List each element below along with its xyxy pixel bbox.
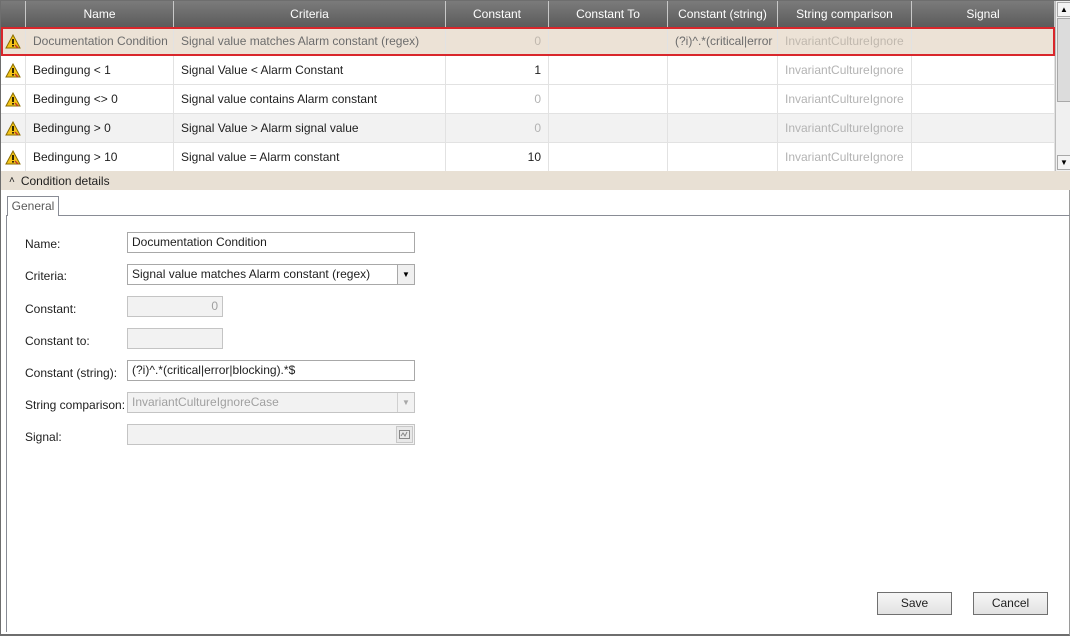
table-row[interactable]: Bedingung > 10 Signal value = Alarm cons… [1, 143, 1055, 171]
cell-signal[interactable] [912, 85, 1055, 114]
column-header-constant-to[interactable]: Constant To [549, 1, 668, 27]
cell-constant-string[interactable] [668, 56, 778, 85]
constant-to-field[interactable] [127, 328, 223, 349]
criteria-select[interactable]: Signal value matches Alarm constant (reg… [127, 264, 415, 285]
column-header-signal[interactable]: Signal [912, 1, 1055, 27]
cell-criteria[interactable]: Signal Value > Alarm signal value [174, 114, 446, 143]
condition-details-toggle[interactable]: ˄ Condition details [0, 171, 1070, 190]
constant-to-label: Constant to: [25, 334, 90, 348]
column-header-name[interactable]: Name [26, 1, 174, 27]
cell-constant[interactable]: 1 [446, 56, 549, 85]
cell-criteria[interactable]: Signal value = Alarm constant [174, 143, 446, 171]
conditions-grid: Name Criteria Constant Constant To Const… [0, 0, 1070, 171]
string-comparison-select[interactable]: InvariantCultureIgnoreCase ▼ [127, 392, 415, 413]
warning-icon [5, 120, 21, 135]
cell-constant[interactable]: 0 [446, 85, 549, 114]
cell-string-comparison[interactable]: InvariantCultureIgnore [778, 143, 912, 171]
string-comparison-select-value: InvariantCultureIgnoreCase [132, 395, 279, 409]
condition-details-label: Condition details [20, 173, 110, 188]
cell-name[interactable]: Bedingung < 1 [26, 56, 174, 85]
column-header-indicator [1, 1, 26, 27]
grid-vertical-scrollbar[interactable]: ▲ ▼ [1055, 1, 1070, 171]
signal-field[interactable] [127, 424, 415, 445]
row-indicator [1, 114, 26, 143]
cell-criteria[interactable]: Signal value contains Alarm constant [174, 85, 446, 114]
criteria-label: Criteria: [25, 269, 68, 283]
signal-picker-icon[interactable] [396, 426, 413, 443]
cell-constant-to[interactable] [549, 56, 668, 85]
condition-details-panel: General Name: Documentation Condition Cr… [0, 190, 1070, 636]
column-header-constant[interactable]: Constant [446, 1, 549, 27]
cell-name[interactable]: Bedingung > 0 [26, 114, 174, 143]
scroll-down-button[interactable]: ▼ [1057, 155, 1070, 170]
column-header-criteria[interactable]: Criteria [174, 1, 446, 27]
cell-constant[interactable]: 0 [446, 114, 549, 143]
cell-constant[interactable]: 0 [446, 27, 549, 56]
cell-criteria[interactable]: Signal Value < Alarm Constant [174, 56, 446, 85]
cell-signal[interactable] [912, 114, 1055, 143]
warning-icon [5, 91, 21, 106]
scroll-thumb[interactable] [1057, 18, 1070, 102]
cell-string-comparison[interactable]: InvariantCultureIgnore [778, 114, 912, 143]
name-field[interactable]: Documentation Condition [127, 232, 415, 253]
cell-constant-to[interactable] [549, 143, 668, 171]
cell-constant-string[interactable]: (?i)^.*(critical|error [668, 27, 778, 56]
cancel-button[interactable]: Cancel [973, 592, 1048, 615]
collapse-chevron-icon: ˄ [9, 175, 15, 186]
criteria-select-value: Signal value matches Alarm constant (reg… [132, 267, 371, 281]
cell-signal[interactable] [912, 143, 1055, 171]
cell-constant-string[interactable] [668, 114, 778, 143]
column-header-constant-string[interactable]: Constant (string) [668, 1, 778, 27]
cell-name[interactable]: Bedingung > 10 [26, 143, 174, 171]
string-comparison-label: String comparison: [25, 398, 126, 412]
constant-string-field[interactable]: (?i)^.*(critical|error|blocking).*$ [127, 360, 415, 381]
scroll-up-button[interactable]: ▲ [1057, 2, 1070, 17]
constant-label: Constant: [25, 302, 77, 316]
chevron-down-icon[interactable]: ▼ [397, 265, 414, 284]
cell-signal[interactable] [912, 27, 1055, 56]
cell-constant-to[interactable] [549, 27, 668, 56]
warning-icon [5, 149, 21, 164]
cell-constant-to[interactable] [549, 85, 668, 114]
constant-field[interactable]: 0 [127, 296, 223, 317]
cell-name[interactable]: Documentation Condition [26, 27, 174, 56]
warning-icon [5, 33, 21, 48]
row-indicator [1, 85, 26, 114]
name-label: Name: [25, 237, 61, 251]
cell-constant-string[interactable] [668, 143, 778, 171]
table-row[interactable]: Bedingung <> 0 Signal value contains Ala… [1, 85, 1055, 114]
table-row[interactable]: Bedingung > 0 Signal Value > Alarm signa… [1, 114, 1055, 143]
cell-string-comparison[interactable]: InvariantCultureIgnore [778, 85, 912, 114]
cell-string-comparison[interactable]: InvariantCultureIgnore [778, 27, 912, 56]
row-indicator [1, 143, 26, 171]
table-row[interactable]: Documentation Condition Signal value mat… [1, 27, 1055, 56]
cell-constant-to[interactable] [549, 114, 668, 143]
column-header-string-comparison[interactable]: String comparison [778, 1, 912, 27]
cell-name[interactable]: Bedingung <> 0 [26, 85, 174, 114]
tab-general[interactable]: General [7, 196, 59, 216]
cell-constant[interactable]: 10 [446, 143, 549, 171]
cell-constant-string[interactable] [668, 85, 778, 114]
warning-icon [5, 62, 21, 77]
cell-signal[interactable] [912, 56, 1055, 85]
chevron-down-icon[interactable]: ▼ [397, 393, 414, 412]
row-indicator [1, 27, 26, 56]
cell-string-comparison[interactable]: InvariantCultureIgnore [778, 56, 912, 85]
signal-label: Signal: [25, 430, 62, 444]
grid-header: Name Criteria Constant Constant To Const… [1, 1, 1055, 27]
row-indicator [1, 56, 26, 85]
save-button[interactable]: Save [877, 592, 952, 615]
table-row[interactable]: Bedingung < 1 Signal Value < Alarm Const… [1, 56, 1055, 85]
constant-string-label: Constant (string): [25, 366, 118, 380]
cell-criteria[interactable]: Signal value matches Alarm constant (reg… [174, 27, 446, 56]
